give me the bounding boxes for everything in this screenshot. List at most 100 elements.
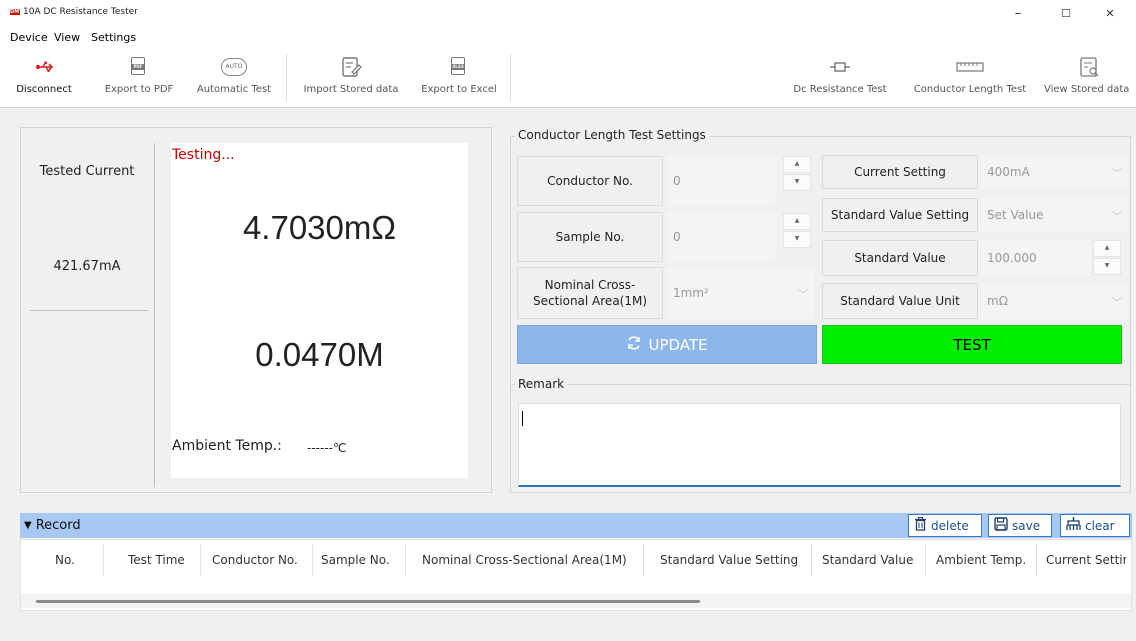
- pdf-icon: PDF: [128, 56, 150, 78]
- column-divider: [643, 544, 644, 576]
- toolbar-divider: [510, 54, 511, 102]
- clear-label: clear: [1085, 518, 1115, 533]
- cross-section-label: Nominal Cross-Sectional Area(1M): [517, 267, 663, 319]
- chevron-down-icon: ﹀: [1112, 297, 1122, 309]
- column-header-ambient-temp[interactable]: Ambient Temp.: [936, 553, 1026, 567]
- chevron-down-icon: ﹀: [1112, 168, 1122, 180]
- standard-value-setting-value: Set Value: [987, 208, 1044, 222]
- current-setting-value: 400mA: [987, 165, 1030, 179]
- menu-bar: [0, 28, 1136, 48]
- column-header-current-setting[interactable]: Current Settir: [1046, 553, 1126, 567]
- minimize-button[interactable]: –: [1004, 4, 1032, 24]
- dc-resistance-test-label: Dc Resistance Test: [793, 84, 887, 95]
- sample-no-input[interactable]: 0: [667, 212, 775, 262]
- export-pdf-label: Export to PDF: [104, 84, 174, 95]
- settings-title: Conductor Length Test Settings: [515, 128, 709, 142]
- automatic-test-button[interactable]: AUTO Automatic Test: [190, 52, 278, 104]
- save-label: save: [1012, 518, 1041, 533]
- automatic-test-label: Automatic Test: [196, 84, 272, 95]
- column-divider: [200, 544, 201, 576]
- current-setting-select[interactable]: 400mA ﹀: [981, 155, 1128, 189]
- menu-settings[interactable]: Settings: [91, 31, 136, 44]
- standard-value-setting-select[interactable]: Set Value ﹀: [981, 198, 1128, 232]
- view-data-icon: [1078, 56, 1100, 78]
- measurement-display: [171, 143, 468, 478]
- disconnect-button[interactable]: Disconnect: [14, 52, 74, 104]
- conductor-no-label: Conductor No.: [517, 156, 663, 206]
- column-header-conductor-no[interactable]: Conductor No.: [212, 553, 298, 567]
- remark-title: Remark: [515, 377, 568, 391]
- standard-value-down-button[interactable]: ▼: [1093, 258, 1121, 275]
- menu-device[interactable]: Device: [10, 31, 48, 44]
- close-button[interactable]: ✕: [1096, 4, 1124, 24]
- export-pdf-button[interactable]: PDF Export to PDF: [96, 52, 182, 104]
- save-button[interactable]: save: [988, 514, 1052, 537]
- length-reading: 0.0470M: [255, 336, 384, 373]
- panel-divider: [30, 310, 148, 311]
- auto-icon: AUTO: [221, 56, 247, 78]
- cross-section-select[interactable]: 1mm² ﹀: [667, 267, 814, 319]
- import-icon: [340, 56, 362, 78]
- standard-value-unit-label: Standard Value Unit: [822, 283, 978, 319]
- chevron-down-icon: ﹀: [798, 289, 808, 301]
- maximize-button[interactable]: ☐: [1052, 4, 1080, 24]
- test-status: Testing...: [172, 147, 235, 163]
- remark-textarea[interactable]: [518, 403, 1121, 487]
- column-divider: [1036, 544, 1037, 576]
- app-logo-icon: DMT: [10, 9, 23, 15]
- column-header-no[interactable]: No.: [55, 553, 75, 567]
- ambient-temp-label: Ambient Temp.:: [172, 438, 282, 454]
- triangle-down-icon: ▼: [24, 520, 32, 531]
- record-toggle[interactable]: ▼ Record: [24, 518, 81, 533]
- delete-button[interactable]: delete: [908, 514, 982, 537]
- standard-value-up-button[interactable]: ▲: [1093, 240, 1121, 257]
- cross-section-value: 1mm²: [673, 286, 709, 300]
- view-stored-data-button[interactable]: View Stored data: [1042, 52, 1136, 104]
- update-label: UPDATE: [648, 335, 708, 354]
- conductor-no-input[interactable]: 0: [667, 156, 775, 206]
- update-button[interactable]: UPDATE: [517, 325, 817, 364]
- column-header-test-time[interactable]: Test Time: [128, 553, 185, 567]
- export-excel-label: Export to Excel: [421, 84, 497, 95]
- panel-divider: [154, 143, 155, 487]
- clear-button[interactable]: clear: [1060, 514, 1130, 537]
- export-excel-button[interactable]: XLSX Export to Excel: [414, 52, 504, 104]
- conductor-no-down-button[interactable]: ▼: [783, 174, 811, 191]
- column-divider: [312, 544, 313, 576]
- window-title: 10A DC Resistance Tester: [23, 7, 138, 17]
- resistor-icon: [829, 56, 851, 78]
- tested-current-label: Tested Current: [39, 164, 135, 179]
- test-button[interactable]: TEST: [822, 325, 1122, 364]
- column-divider: [405, 544, 406, 576]
- clear-icon: [1066, 517, 1081, 534]
- dc-resistance-test-button[interactable]: Dc Resistance Test: [786, 52, 894, 104]
- tested-current-value: 421.67mA: [53, 259, 121, 274]
- column-divider: [103, 544, 104, 576]
- standard-value-setting-label: Standard Value Setting: [822, 198, 978, 232]
- standard-value-unit-select[interactable]: mΩ ﹀: [981, 283, 1128, 319]
- column-divider: [811, 544, 812, 576]
- scrollbar-thumb[interactable]: [36, 600, 700, 603]
- sample-no-up-button[interactable]: ▲: [783, 213, 811, 230]
- column-header-standard-value[interactable]: Standard Value: [822, 553, 913, 567]
- menu-view[interactable]: View: [54, 31, 80, 44]
- column-header-standard-value-setting[interactable]: Standard Value Setting: [660, 553, 798, 567]
- conductor-length-test-label: Conductor Length Test: [913, 84, 1027, 95]
- conductor-no-up-button[interactable]: ▲: [783, 156, 811, 173]
- text-cursor: [522, 411, 523, 426]
- conductor-length-test-button[interactable]: Conductor Length Test: [900, 52, 1040, 104]
- trash-icon: [914, 517, 927, 534]
- current-setting-label: Current Setting: [822, 155, 978, 189]
- standard-value-label: Standard Value: [822, 240, 978, 276]
- toolbar-divider: [286, 54, 287, 102]
- column-header-sample-no[interactable]: Sample No.: [321, 553, 390, 567]
- column-header-cross-section[interactable]: Nominal Cross-Sectional Area(1M): [422, 553, 627, 567]
- title-bar: [0, 0, 1136, 28]
- ruler-icon: [955, 56, 985, 78]
- import-stored-data-button[interactable]: Import Stored data: [292, 52, 410, 104]
- sample-no-down-button[interactable]: ▼: [783, 231, 811, 248]
- save-icon: [994, 517, 1008, 534]
- refresh-icon: [626, 335, 642, 355]
- record-title: Record: [35, 518, 81, 533]
- standard-value-input[interactable]: 100.000: [981, 240, 1091, 276]
